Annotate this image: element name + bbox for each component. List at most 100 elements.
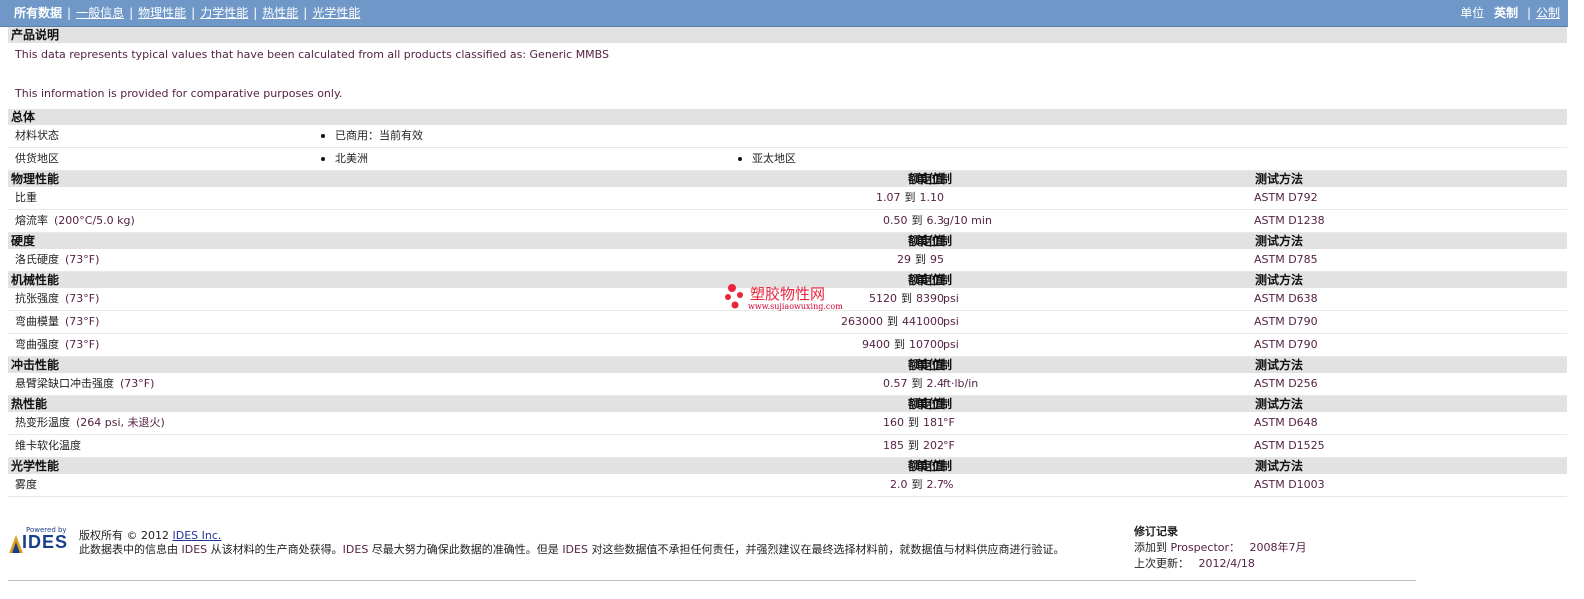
property-condition: (264 psi, 未退火) — [76, 416, 165, 429]
property-name: 雾度 — [15, 478, 37, 491]
property-unit: psi — [943, 292, 959, 305]
property-name: 比重 — [15, 191, 37, 204]
value-high: 8390 — [916, 292, 944, 305]
nav-thermal[interactable]: 热性能 — [262, 6, 298, 20]
datasheet: 产品说明 This data represents typical values… — [8, 27, 1567, 497]
value-low: 2.0 — [890, 478, 908, 491]
header-method: 测试方法 — [1255, 358, 1304, 372]
nav-general-info[interactable]: 一般信息 — [76, 6, 124, 20]
value-low: 1.07 — [876, 191, 901, 204]
property-unit: ft·lb/in — [943, 377, 979, 390]
property-label: 热变形温度 (264 psi, 未退火) — [15, 412, 165, 434]
property-row: 维卡软化温度 185 到 202 °F ASTM D1525 — [8, 435, 1567, 458]
property-value: 2.0 到 2.7 — [890, 474, 944, 496]
range-to: 到 — [887, 315, 898, 328]
test-method: ASTM D256 — [1254, 377, 1318, 390]
test-method: ASTM D1238 — [1254, 214, 1325, 227]
value-low: 185 — [883, 439, 904, 452]
range-to: 到 — [908, 439, 919, 452]
units-label: 单位 — [1460, 6, 1485, 20]
property-name: 熔流率 — [15, 214, 48, 227]
category-nav: 所有数据 | 一般信息 | 物理性能 | 力学性能 | 热性能 | 光学性能 — [14, 6, 361, 20]
row-label: 材料状态 — [15, 129, 59, 142]
section-title: 物理性能 — [11, 172, 60, 186]
property-value: 29 到 95 — [897, 249, 944, 271]
nav-mechanical[interactable]: 力学性能 — [200, 6, 248, 20]
test-method: ASTM D790 — [1254, 315, 1318, 328]
revision-title: 修订记录 — [1134, 525, 1178, 538]
updated-label: 上次更新： — [1134, 557, 1189, 570]
property-row: 熔流率 (200°C/5.0 kg) 0.50 到 6.3 g/10 min ASTM D1… — [8, 210, 1567, 233]
test-method: ASTM D792 — [1254, 191, 1318, 204]
description-line: This information is provided for compara… — [15, 87, 343, 100]
header-unit: 单位制 — [916, 358, 953, 372]
section-header: 物理性能 额定值 单位制 测试方法 — [8, 171, 1567, 187]
unit-imperial: 英制 — [1494, 6, 1519, 20]
ides-logo: Powered by IDES — [8, 526, 72, 553]
header-unit: 单位制 — [916, 234, 953, 248]
property-label: 熔流率 (200°C/5.0 kg) — [15, 210, 135, 232]
nav-optical[interactable]: 光学性能 — [312, 6, 360, 20]
property-name: 洛氏硬度 — [15, 253, 59, 266]
property-value: 185 到 202 — [883, 435, 944, 457]
updated-date: 2012/4/18 — [1198, 557, 1255, 570]
property-name: 弯曲模量 — [15, 315, 59, 328]
header-unit: 单位制 — [916, 459, 953, 473]
section-title: 光学性能 — [11, 459, 60, 473]
watermark: 塑胶物性网 www.sujiaowuxing.com — [720, 283, 860, 315]
property-row: 比重 1.07 到 1.10 ASTM D792 — [8, 187, 1567, 210]
property-value: 1.07 到 1.10 — [876, 187, 944, 209]
section-title: 机械性能 — [11, 273, 60, 287]
section-header: 硬度 额定值 单位制 测试方法 — [8, 233, 1567, 249]
value-high: 202 — [923, 439, 944, 452]
property-condition: (73°F) — [65, 292, 100, 305]
property-row: 悬臂梁缺口冲击强度 (73°F) 0.57 到 2.4 ft·lb/in ASTM D256 — [8, 373, 1567, 396]
value-low: 160 — [883, 416, 904, 429]
property-condition: (73°F) — [65, 315, 100, 328]
unit-metric-link[interactable]: 公制 — [1536, 6, 1560, 20]
property-label: 维卡软化温度 — [15, 435, 81, 457]
property-row: 热变形温度 (264 psi, 未退火) 160 到 181 °F ASTM D648 — [8, 412, 1567, 435]
region-value: 亚太地区 — [752, 152, 796, 165]
property-row: 弯曲强度 (73°F) 9400 到 10700 psi ASTM D790 — [8, 334, 1567, 357]
section-title: 总体 — [11, 110, 36, 124]
top-nav-bar: 所有数据 | 一般信息 | 物理性能 | 力学性能 | 热性能 | 光学性能 单位 英制 | 公制 — [0, 0, 1568, 27]
product-description: This data represents typical values that… — [8, 43, 1567, 107]
revision-history: 修订记录 添加到 Prospector： 2008年7月 上次更新： 2012/… — [1134, 524, 1307, 572]
ides-name: IDES — [562, 543, 588, 556]
value-high: 6.3 — [926, 214, 945, 227]
nav-all-data[interactable]: 所有数据 — [14, 6, 62, 20]
property-unit: g/10 min — [943, 214, 992, 227]
range-to: 到 — [901, 292, 912, 305]
property-label: 雾度 — [15, 474, 37, 496]
range-to: 到 — [911, 377, 923, 390]
property-name: 维卡软化温度 — [15, 439, 81, 452]
watermark-logo-icon — [725, 284, 743, 309]
test-method: ASTM D648 — [1254, 416, 1318, 429]
property-label: 弯曲强度 (73°F) — [15, 334, 99, 356]
value-high: 2.4 — [926, 377, 945, 390]
property-value: 0.50 到 6.3 — [883, 210, 944, 232]
disclaimer-text: 对这些数据值不承担任何责任，并强烈建议在最终选择材料前，就数据值与材料供应商进行… — [591, 543, 1065, 556]
property-sections: 物理性能 额定值 单位制 测试方法 比重 1.07 到 1.10 ASTM D792 熔流率 (20… — [8, 171, 1567, 497]
section-title: 硬度 — [11, 234, 36, 248]
range-to: 到 — [908, 416, 919, 429]
section-header: 热性能 额定值 单位制 测试方法 — [8, 396, 1567, 412]
value-low: 263000 — [841, 315, 883, 328]
watermark-text: 塑胶物性网 — [750, 285, 826, 303]
header-method: 测试方法 — [1255, 172, 1304, 186]
property-row: 洛氏硬度 (73°F) 29 到 95 ASTM D785 — [8, 249, 1567, 272]
property-row: 雾度 2.0 到 2.7% ASTM D1003 — [8, 474, 1567, 497]
status-value: 已商用：当前有效 — [335, 129, 423, 142]
property-condition: (73°F) — [65, 338, 100, 351]
nav-physical[interactable]: 物理性能 — [138, 6, 186, 20]
range-to: 到 — [911, 478, 923, 491]
disclaimer-text: 从该材料的生产商处获得。 — [210, 543, 343, 556]
section-header: 光学性能 额定值 单位制 测试方法 — [8, 458, 1567, 474]
watermark-url: www.sujiaowuxing.com — [748, 302, 843, 311]
bullet-item: 亚太地区 — [738, 148, 796, 170]
header-unit: 单位制 — [916, 172, 953, 186]
disclaimer-text: 尽最大努力确保此数据的准确性。但是 — [371, 543, 559, 556]
property-value: 160 到 181 — [883, 412, 944, 434]
property-value: 5120 到 8390 — [869, 288, 944, 310]
